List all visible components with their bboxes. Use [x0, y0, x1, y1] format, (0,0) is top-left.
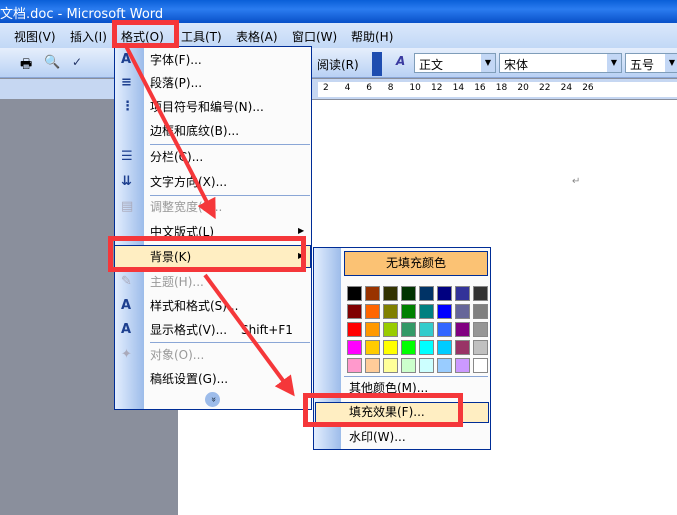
- annotation-arrows: [124, 45, 295, 397]
- arrow-2: [203, 273, 295, 397]
- arrow-1: [124, 45, 216, 220]
